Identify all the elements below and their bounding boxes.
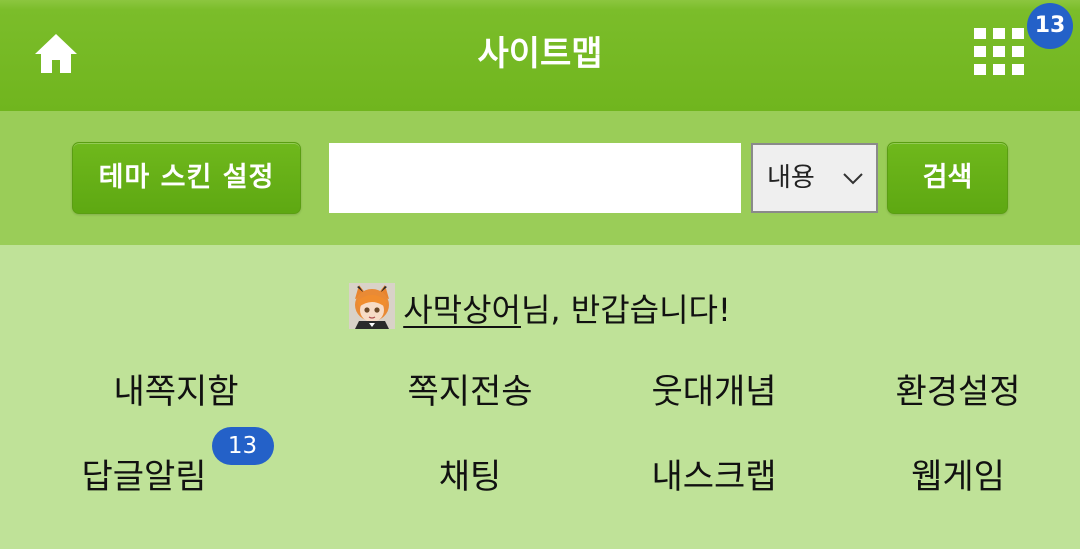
menu-item-settings[interactable]: 환경설정	[823, 364, 1080, 420]
search-bar: 테마 스킨 설정 내용 검색	[0, 111, 1080, 245]
menu-item-reply-alerts[interactable]: 답글알림 13	[9, 427, 279, 505]
menu-item-label: 내스크랩	[651, 457, 777, 497]
menu-item-label: 웹게임	[911, 457, 1005, 497]
menu-item-label: 환경설정	[895, 372, 1021, 412]
top-header: 사이트맵 13	[0, 0, 1080, 111]
search-input[interactable]	[329, 143, 741, 213]
search-button[interactable]: 검색	[887, 142, 1008, 214]
select-value: 내용	[767, 163, 815, 193]
menu-item-send-message[interactable]: 쪽지전송	[335, 364, 605, 420]
menu-item-label: 답글알림 13	[81, 427, 274, 505]
menu-item-label: 내쪽지함	[113, 372, 239, 412]
user-avatar	[349, 283, 396, 329]
menu-item-chat[interactable]: 채팅	[335, 449, 605, 505]
grid-menu-icon	[974, 28, 1024, 75]
menu-item-my-scrap[interactable]: 내스크랩	[579, 449, 849, 505]
theme-skin-button[interactable]: 테마 스킨 설정	[72, 142, 301, 214]
greeting-line: 사막상어님, 반갑습니다!	[0, 282, 1080, 338]
page-title: 사이트맵	[477, 34, 603, 74]
menu-item-web-game[interactable]: 웹게임	[823, 449, 1080, 505]
chevron-down-icon	[843, 173, 863, 185]
menu-item-my-messages[interactable]: 내쪽지함	[41, 364, 311, 420]
greeting-text: 님, 반갑습니다!	[520, 291, 731, 329]
username-link[interactable]: 사막상어	[403, 291, 521, 329]
apps-menu-button[interactable]	[970, 24, 1032, 86]
search-type-select[interactable]: 내용	[751, 143, 878, 213]
home-button[interactable]	[32, 30, 80, 76]
reply-alert-badge: 13	[211, 427, 274, 465]
menu-item-label: 쪽지전송	[407, 372, 533, 412]
menu-item-label: 웃대개념	[651, 372, 777, 412]
menu-item-label: 채팅	[438, 457, 502, 497]
menu-item-label-text: 답글알림	[81, 457, 207, 497]
notification-badge[interactable]: 13	[1027, 3, 1073, 49]
menu-item-humor-concept[interactable]: 웃대개념	[579, 364, 849, 420]
home-icon	[35, 34, 77, 73]
